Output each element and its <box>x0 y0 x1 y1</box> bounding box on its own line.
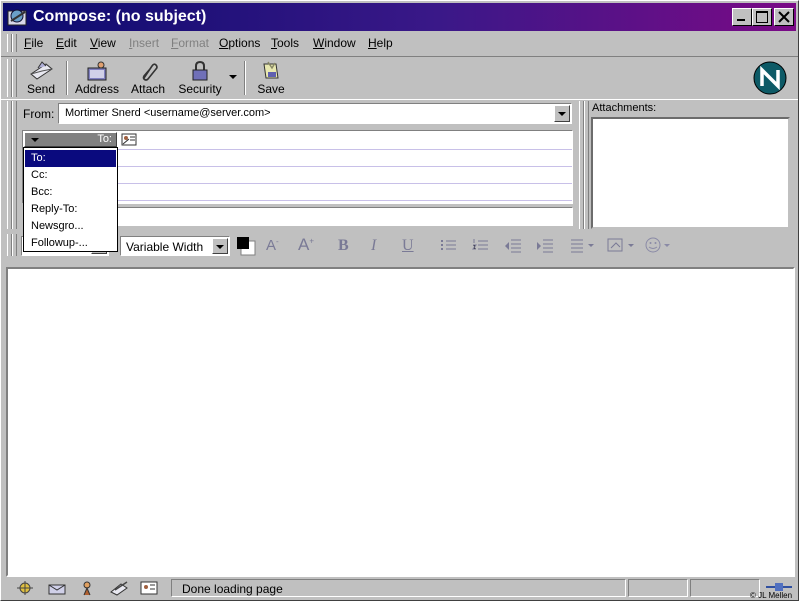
main-toolbar: Send Address Attach Security Save <box>1 56 798 100</box>
menu-window[interactable]: Window <box>313 36 356 50</box>
maximize-button[interactable] <box>752 8 772 26</box>
status-bar: Done loading page © JL Mellen <box>1 577 798 600</box>
popup-item-to[interactable]: To: <box>25 150 116 167</box>
decrease-indent-icon[interactable] <box>503 237 523 253</box>
composer-icon[interactable] <box>109 580 131 596</box>
text-color-icon[interactable] <box>236 236 260 256</box>
security-button[interactable]: Security <box>175 57 225 99</box>
navigator-icon[interactable] <box>15 580 35 596</box>
menu-format[interactable]: Format <box>171 36 209 50</box>
address-row-input-3[interactable] <box>117 166 572 184</box>
popup-item-bcc[interactable]: Bcc: <box>25 184 116 201</box>
netscape-logo-icon[interactable] <box>753 61 787 95</box>
minimize-button[interactable] <box>732 8 752 26</box>
menu-insert[interactable]: Insert <box>129 36 159 50</box>
smiley-icon[interactable] <box>644 236 674 254</box>
increase-font-size-icon[interactable]: A+ <box>298 235 314 255</box>
compose-window: Compose: (no subject) File Edit View Ins… <box>0 0 799 601</box>
paperclip-icon <box>142 63 158 81</box>
send-button[interactable]: Send <box>21 57 61 99</box>
address-book-icon <box>87 61 107 81</box>
menu-tools[interactable]: Tools <box>271 36 299 50</box>
to-selector[interactable]: To: <box>24 132 117 147</box>
window-title: Compose: (no subject) <box>33 8 207 25</box>
popup-item-reply-to[interactable]: Reply-To: <box>25 201 116 218</box>
from-dropdown-button[interactable] <box>554 105 570 122</box>
toolbar-grip-2[interactable] <box>12 59 17 97</box>
menu-view[interactable]: View <box>90 36 116 50</box>
italic-button[interactable]: I <box>371 237 376 255</box>
attachments-splitter-2[interactable] <box>584 101 589 229</box>
alignment-icon[interactable] <box>569 237 597 253</box>
popup-item-cc[interactable]: Cc: <box>25 167 116 184</box>
padlock-icon <box>192 60 208 81</box>
header-grip-2[interactable] <box>12 101 17 229</box>
font-dropdown-button[interactable] <box>212 238 228 254</box>
chevron-down-icon <box>216 245 224 249</box>
toolbar-separator <box>66 61 68 95</box>
increase-indent-icon[interactable] <box>535 237 555 253</box>
bulleted-list-icon[interactable] <box>439 237 459 253</box>
font-select[interactable]: Variable Width <box>120 236 230 256</box>
menu-help[interactable]: Help <box>368 36 393 50</box>
format-grip-2[interactable] <box>12 234 17 256</box>
from-value: Mortimer Snerd <username@server.com> <box>65 107 271 119</box>
address-row-input-4[interactable] <box>117 183 572 201</box>
security-dropdown-arrow-icon[interactable] <box>229 75 237 79</box>
menu-file[interactable]: File <box>24 36 43 50</box>
message-body-editor[interactable] <box>6 267 795 577</box>
menu-edit[interactable]: Edit <box>56 36 77 50</box>
numbered-list-icon[interactable] <box>471 237 491 253</box>
popup-item-newsgroup[interactable]: Newsgro... <box>25 218 116 235</box>
popup-item-followup[interactable]: Followup-... <box>25 235 116 252</box>
save-icon <box>263 61 279 79</box>
chevron-down-icon <box>31 138 39 142</box>
title-bar[interactable]: Compose: (no subject) <box>3 3 796 31</box>
attach-button[interactable]: Attach <box>127 57 169 99</box>
address-book-status-icon[interactable] <box>139 580 159 596</box>
bold-button[interactable]: B <box>338 237 349 255</box>
underline-button[interactable]: U <box>402 237 414 255</box>
mailbox-icon[interactable] <box>47 580 67 596</box>
address-row-input-2[interactable] <box>117 149 572 167</box>
status-pane-2 <box>628 579 688 597</box>
insert-object-icon[interactable] <box>606 237 636 253</box>
close-icon <box>778 11 790 23</box>
decrease-font-size-icon[interactable]: A- <box>266 237 279 254</box>
attachments-label: Attachments: <box>592 102 657 114</box>
copyright-text: © JL Mellen <box>750 591 793 600</box>
from-label: From: <box>23 107 55 121</box>
compose-app-icon[interactable] <box>7 7 29 27</box>
subject-input[interactable] <box>58 207 573 226</box>
address-button[interactable]: Address <box>73 57 121 99</box>
chevron-down-icon <box>558 112 566 116</box>
toolbar-separator-2 <box>244 61 246 95</box>
address-type-popup: To: Cc: Bcc: Reply-To: Newsgro... Follow… <box>23 147 118 252</box>
menubar-grip-2[interactable] <box>12 34 17 52</box>
attachments-pane[interactable] <box>591 117 790 229</box>
menu-options[interactable]: Options <box>219 36 260 50</box>
menu-bar: File Edit View Insert Format Options Too… <box>1 32 798 54</box>
close-button[interactable] <box>774 8 794 26</box>
save-button[interactable]: Save <box>253 57 289 99</box>
discussion-icon[interactable] <box>79 580 99 596</box>
from-select[interactable]: Mortimer Snerd <username@server.com> <box>58 103 572 124</box>
font-value: Variable Width <box>126 240 204 254</box>
address-row-input[interactable] <box>117 132 572 150</box>
status-text-pane: Done loading page <box>171 579 626 597</box>
send-icon <box>30 61 53 80</box>
